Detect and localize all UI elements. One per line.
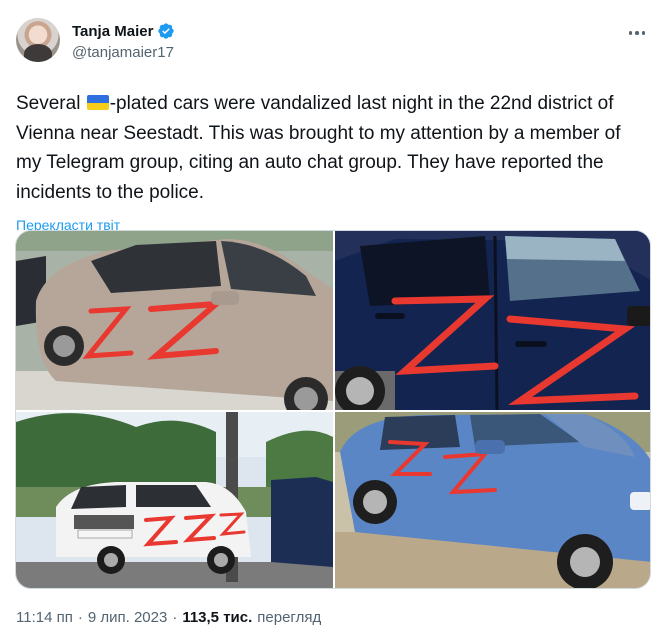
- tweet-text-start: Several: [16, 93, 86, 114]
- tweet-card: Tanja Maier @tanjamaier17 Several -plate…: [0, 0, 668, 644]
- author-name-row: Tanja Maier: [72, 22, 175, 40]
- photo-white-suv-z[interactable]: [16, 412, 333, 588]
- tweet-meta: 11:14 пп · 9 лип. 2023 · 113,5 тис. пере…: [16, 609, 321, 626]
- tweet-header: Tanja Maier @tanjamaier17: [16, 14, 652, 70]
- avatar[interactable]: [16, 18, 60, 62]
- views-label: перегляд: [257, 609, 322, 626]
- more-options-icon[interactable]: [626, 22, 648, 44]
- tweet-time[interactable]: 11:14 пп: [16, 609, 73, 626]
- photo-beige-hatchback-z[interactable]: [16, 231, 333, 410]
- tweet-text: Several -plated cars were vandalized las…: [16, 89, 636, 207]
- meta-separator-2: ·: [172, 609, 178, 626]
- author-handle[interactable]: @tanjamaier17: [72, 44, 174, 61]
- tweet-date[interactable]: 9 лип. 2023: [88, 609, 167, 626]
- ukraine-flag-icon: [86, 95, 109, 110]
- verified-badge-icon: [158, 23, 175, 39]
- meta-separator: ·: [77, 609, 83, 626]
- author-display-name[interactable]: Tanja Maier: [72, 23, 153, 40]
- views-count: 113,5 тис.: [182, 609, 253, 626]
- photo-light-blue-suv-z[interactable]: [335, 412, 650, 588]
- media-grid: [15, 230, 651, 589]
- photo-blue-suv-z[interactable]: [335, 231, 650, 410]
